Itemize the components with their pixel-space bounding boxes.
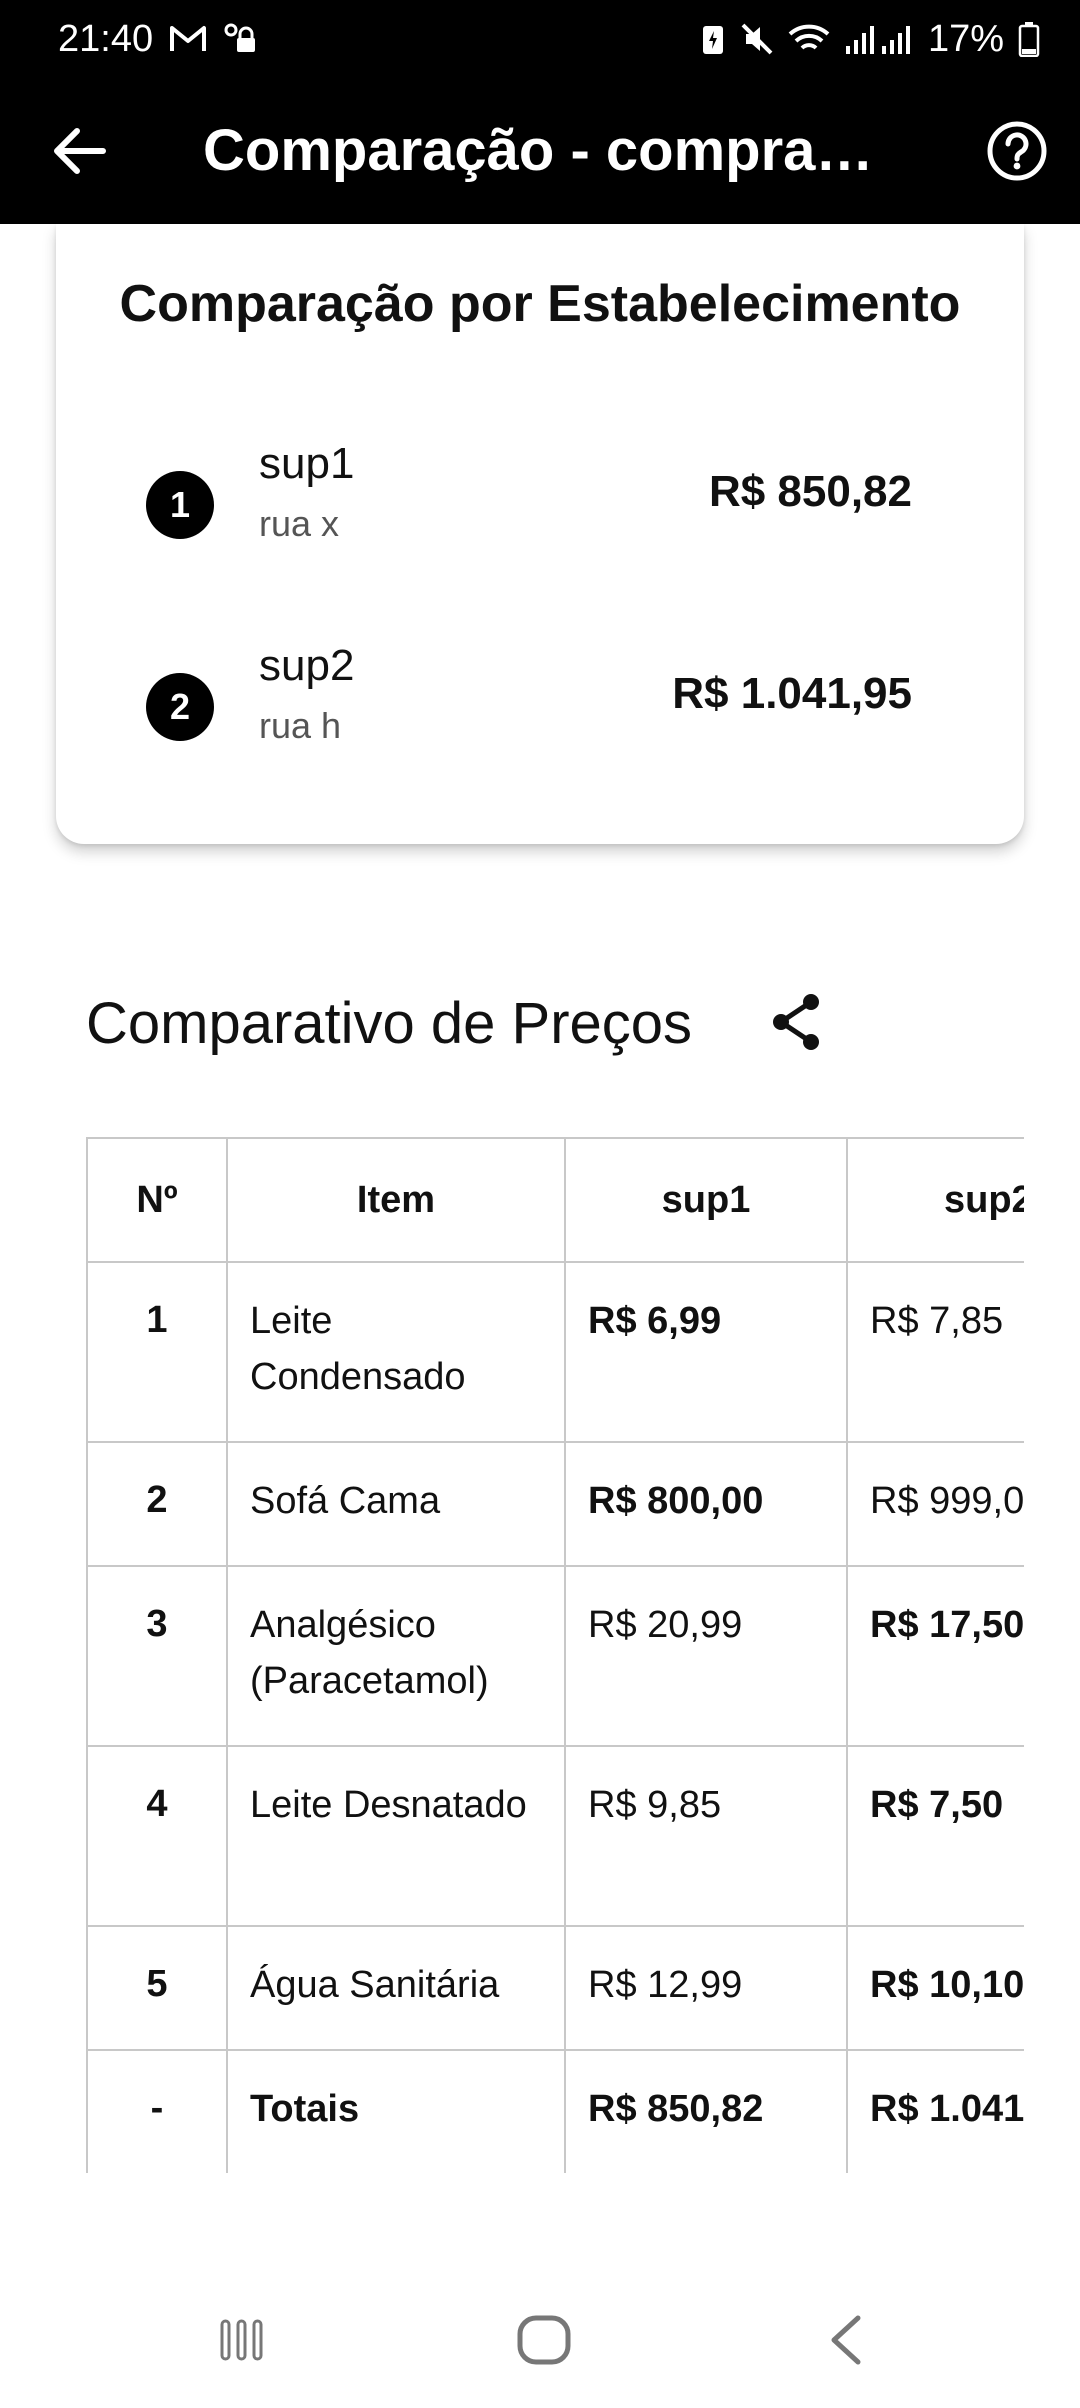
table-row: 4 Leite Desnatado R$ 9,85 R$ 7,50 bbox=[86, 1745, 1024, 1927]
totals-sup1: R$ 850,82 bbox=[564, 2049, 848, 2173]
establishment-item[interactable]: 2 sup2 rua h R$ 1.041,95 bbox=[56, 641, 1024, 761]
price-table-scroll[interactable]: Nº Item sup1 sup2 1 Leite Condensado R$ … bbox=[86, 1137, 1024, 2173]
row-number: 4 bbox=[86, 1745, 228, 1927]
share-icon[interactable] bbox=[764, 990, 828, 1054]
page-title: Comparação - compra de itens bbox=[203, 118, 883, 183]
section-title: Comparativo de Preços bbox=[86, 991, 693, 1056]
back-nav-icon[interactable] bbox=[806, 2310, 886, 2370]
wifi-icon bbox=[788, 22, 830, 56]
row-price-sup2: R$ 7,50 bbox=[846, 1745, 1024, 1927]
battery-saver-icon bbox=[700, 22, 726, 56]
header-sup1: sup1 bbox=[564, 1137, 848, 1263]
status-right: 17% bbox=[700, 18, 1040, 61]
recent-apps-icon[interactable] bbox=[202, 2310, 282, 2370]
app-bar: Comparação - compra de itens bbox=[0, 78, 1080, 224]
rank-badge: 1 bbox=[146, 471, 214, 539]
establishment-name: sup2 bbox=[259, 641, 355, 690]
header-sup2: sup2 bbox=[846, 1137, 1024, 1263]
table-row: 5 Água Sanitária R$ 12,99 R$ 10,10 bbox=[86, 1925, 1024, 2051]
mute-icon bbox=[740, 22, 774, 56]
row-price-sup1: R$ 20,99 bbox=[564, 1565, 848, 1747]
row-price-sup2: R$ 17,50 bbox=[846, 1565, 1024, 1747]
status-bar: 21:40 17% bbox=[0, 0, 1080, 78]
gmail-icon bbox=[169, 24, 207, 54]
establishment-address: rua h bbox=[259, 705, 342, 746]
arrow-back-icon[interactable] bbox=[46, 118, 112, 184]
row-number: 5 bbox=[86, 1925, 228, 2051]
app-screen: 21:40 17% Comparação - compra d Comparaç… bbox=[0, 0, 1080, 2408]
row-item: Analgésico (Paracetamol) bbox=[226, 1565, 566, 1747]
establishment-address: rua x bbox=[259, 503, 340, 544]
row-price-sup1: R$ 12,99 bbox=[564, 1925, 848, 2051]
help-circle-icon[interactable] bbox=[982, 116, 1052, 186]
header-item: Item bbox=[226, 1137, 566, 1263]
establishment-item[interactable]: 1 sup1 rua x R$ 850,82 bbox=[56, 439, 1024, 559]
row-price-sup1: R$ 6,99 bbox=[564, 1261, 848, 1443]
establishment-total: R$ 1.041,95 bbox=[672, 669, 912, 718]
row-price-sup2: R$ 10,10 bbox=[846, 1925, 1024, 2051]
totals-row: - Totais R$ 850,82 R$ 1.041,95 bbox=[86, 2049, 1024, 2173]
battery-icon bbox=[1018, 21, 1040, 57]
row-item: Sofá Cama bbox=[226, 1441, 566, 1567]
totals-sup2: R$ 1.041,95 bbox=[846, 2049, 1024, 2173]
signal-icon bbox=[844, 24, 914, 54]
row-price-sup1: R$ 800,00 bbox=[564, 1441, 848, 1567]
row-number: 1 bbox=[86, 1261, 228, 1443]
table-row: 2 Sofá Cama R$ 800,00 R$ 999,00 bbox=[86, 1441, 1024, 1567]
system-nav-bar bbox=[0, 2270, 1080, 2408]
table-row: 3 Analgésico (Paracetamol) R$ 20,99 R$ 1… bbox=[86, 1565, 1024, 1747]
row-price-sup2: R$ 999,00 bbox=[846, 1441, 1024, 1567]
card-title: Comparação por Estabelecimento bbox=[119, 275, 961, 333]
establishment-card: Comparação por Estabelecimento 1 sup1 ru… bbox=[56, 224, 1024, 844]
row-item: Leite Condensado bbox=[226, 1261, 566, 1443]
wifi-lock-icon bbox=[223, 22, 259, 56]
table-header-row: Nº Item sup1 sup2 bbox=[86, 1137, 1024, 1263]
header-number: Nº bbox=[86, 1137, 228, 1263]
price-table: Nº Item sup1 sup2 1 Leite Condensado R$ … bbox=[86, 1137, 1024, 2173]
table-row: 1 Leite Condensado R$ 6,99 R$ 7,85 bbox=[86, 1261, 1024, 1443]
row-price-sup1: R$ 9,85 bbox=[564, 1745, 848, 1927]
totals-marker: - bbox=[86, 2049, 228, 2173]
row-number: 2 bbox=[86, 1441, 228, 1567]
totals-label: Totais bbox=[226, 2049, 566, 2173]
row-item: Leite Desnatado bbox=[226, 1745, 566, 1927]
establishment-name: sup1 bbox=[259, 439, 355, 488]
row-price-sup2: R$ 7,85 bbox=[846, 1261, 1024, 1443]
home-icon[interactable] bbox=[504, 2310, 584, 2370]
establishment-total: R$ 850,82 bbox=[708, 467, 912, 516]
status-time: 21:40 bbox=[58, 17, 154, 60]
battery-percent: 17% bbox=[927, 17, 1004, 60]
row-item: Água Sanitária bbox=[226, 1925, 566, 2051]
row-number: 3 bbox=[86, 1565, 228, 1747]
rank-badge: 2 bbox=[146, 673, 214, 741]
status-left: 21:40 bbox=[58, 18, 259, 61]
